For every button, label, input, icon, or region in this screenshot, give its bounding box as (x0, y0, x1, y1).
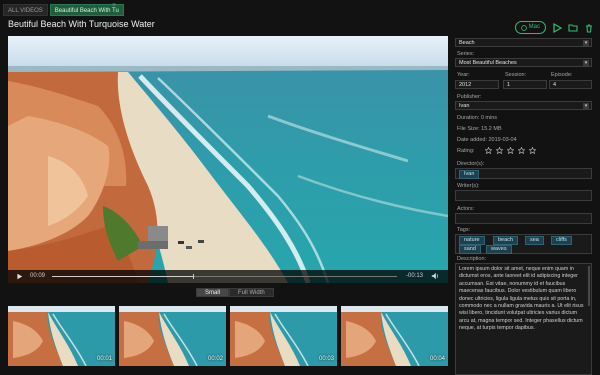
thumbnail[interactable]: 00:04 (341, 306, 448, 366)
description-text: Lorem ipsum dolor sit amet, neque enim q… (459, 266, 584, 332)
tab-all-videos[interactable]: ALL VIDEOS (3, 4, 48, 16)
episode-label: Episode: (551, 72, 573, 78)
player-controls: 00:09 -00:13 (8, 270, 448, 283)
play-icon[interactable] (552, 22, 562, 33)
rating-stars (485, 147, 536, 154)
toolbar: Mac (514, 21, 594, 34)
year-field[interactable]: 2012 (455, 80, 499, 89)
video-player[interactable]: 00:09 -00:13 (8, 36, 448, 283)
close-tab-icon[interactable]: × (112, 0, 116, 12)
mac-icon (520, 24, 527, 31)
series-select[interactable]: Most Beautiful Beaches ▾ (455, 58, 592, 67)
actors-field[interactable] (455, 213, 592, 224)
tag-chip[interactable]: cliffs (551, 236, 572, 245)
year-value: 2012 (459, 82, 472, 88)
director-chip[interactable]: Ivan (459, 170, 480, 179)
trash-icon[interactable] (584, 23, 594, 33)
video-frame-image (8, 36, 448, 283)
episode-field[interactable]: 4 (549, 80, 592, 89)
star-icon[interactable] (507, 147, 514, 154)
category-select[interactable]: Beach ▾ (455, 38, 592, 47)
directors-label: Director(s): (457, 161, 485, 167)
play-icon[interactable] (16, 273, 23, 280)
chevron-down-icon: ▾ (583, 40, 589, 46)
star-icon[interactable] (496, 147, 503, 154)
metadata-panel: Beach ▾ Series: Most Beautiful Beaches ▾… (455, 36, 594, 375)
publisher-value: Ivan (459, 103, 470, 109)
folder-icon[interactable] (568, 23, 578, 33)
file-size-text: File Size: 15.2 MB (457, 126, 502, 132)
star-icon[interactable] (485, 147, 492, 154)
series-value: Most Beautiful Beaches (459, 60, 517, 66)
description-label: Description: (457, 256, 487, 262)
tag-chip[interactable]: nature (459, 236, 485, 245)
thumbnail[interactable]: 00:02 (119, 306, 226, 366)
publisher-select[interactable]: Ivan ▾ (455, 101, 592, 110)
full-width-button[interactable]: Full Width (229, 288, 274, 297)
year-label: Year: (457, 72, 470, 78)
rating-label: Rating: (457, 148, 475, 154)
tags-field[interactable]: nature beach sea cliffs sand waves (455, 234, 592, 254)
seek-handle[interactable] (193, 274, 195, 279)
episode-value: 4 (553, 82, 557, 88)
thumbnail[interactable]: 00:03 (230, 306, 337, 366)
date-added-text: Date added: 2019-03-04 (457, 137, 517, 143)
thumbnail-strip: 00:01 00:02 00:03 00:04 (8, 306, 448, 366)
category-value: Beach (459, 40, 475, 46)
chevron-down-icon: ▾ (583, 60, 589, 66)
tag-chip[interactable]: sea (525, 236, 544, 245)
publisher-label: Publisher: (457, 94, 482, 100)
mac-button[interactable]: Mac (514, 21, 546, 34)
remaining-time: -00:13 (406, 273, 424, 279)
writers-label: Writer(s): (457, 183, 480, 189)
writers-field[interactable] (455, 190, 592, 201)
session-field[interactable]: 1 (503, 80, 547, 89)
tab-bar: ALL VIDEOS Beautiful Beach With Tu (3, 4, 124, 16)
tag-chip[interactable]: waves (486, 245, 512, 254)
tags-label: Tags: (457, 227, 471, 233)
tag-chip[interactable]: sand (459, 245, 481, 254)
thumbnail[interactable]: 00:01 (8, 306, 115, 366)
directors-field[interactable]: Ivan (455, 168, 592, 179)
mac-button-label: Mac (528, 24, 540, 30)
series-label: Series: (457, 51, 475, 57)
session-value: 1 (507, 82, 511, 88)
small-size-button[interactable]: Small (196, 288, 230, 297)
thumbnail-time: 00:01 (96, 356, 112, 362)
star-icon[interactable] (518, 147, 525, 154)
volume-icon[interactable] (431, 272, 439, 280)
thumbnail-time: 00:03 (318, 356, 334, 362)
chevron-down-icon: ▾ (583, 103, 589, 109)
current-time: 00:09 (30, 273, 46, 279)
duration-text: Duration: 0 mins (457, 115, 498, 121)
player-size-toggle: Small Full Width (196, 288, 274, 297)
description-field[interactable]: Lorem ipsum dolor sit amet, neque enim q… (455, 263, 592, 375)
thumbnail-time: 00:04 (429, 356, 445, 362)
thumbnail-time: 00:02 (207, 356, 223, 362)
seek-bar-progress (52, 276, 194, 277)
star-icon[interactable] (529, 147, 536, 154)
actors-label: Actors: (457, 206, 475, 212)
video-title: Beutiful Beach With Turquoise Water (8, 19, 155, 29)
description-scrollbar[interactable] (588, 266, 590, 306)
session-label: Session: (505, 72, 527, 78)
tag-chip[interactable]: beach (493, 236, 518, 245)
seek-bar[interactable] (52, 274, 397, 279)
